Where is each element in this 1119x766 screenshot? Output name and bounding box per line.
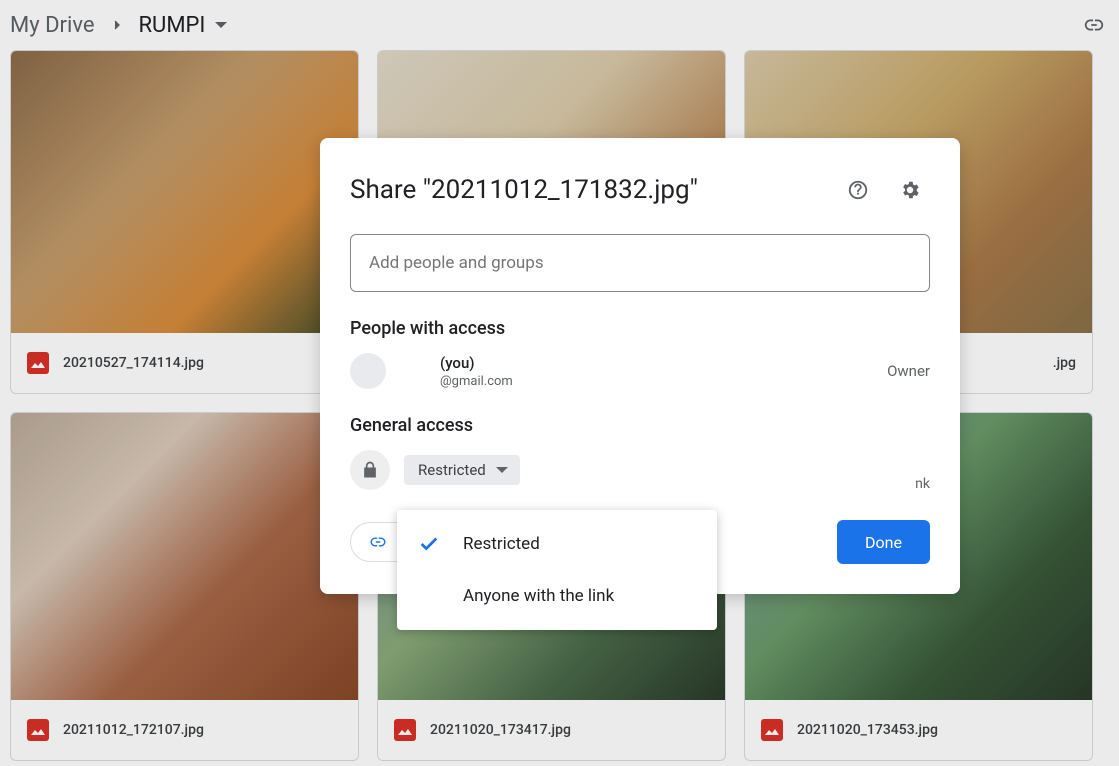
person-role: Owner — [887, 362, 930, 380]
gear-icon[interactable] — [890, 170, 930, 210]
check-icon — [417, 533, 441, 555]
chevron-down-icon — [496, 467, 508, 473]
dropdown-option-anyone[interactable]: Anyone with the link — [397, 570, 717, 622]
add-people-input[interactable] — [369, 253, 911, 273]
dropdown-option-label: Restricted — [463, 534, 540, 554]
add-people-input-wrapper[interactable] — [350, 234, 930, 292]
dialog-title: Share "20211012_171832.jpg" — [350, 175, 826, 205]
person-email: @gmail.com — [440, 374, 513, 389]
access-level-label: Restricted — [418, 461, 486, 479]
general-access-row: Restricted nk — [350, 450, 930, 490]
done-button[interactable]: Done — [837, 520, 930, 564]
dropdown-option-restricted[interactable]: Restricted — [397, 518, 717, 570]
people-with-access-heading: People with access — [350, 318, 930, 339]
access-level-dropdown[interactable]: Restricted — [404, 455, 520, 485]
person-info: (you) @gmail.com — [400, 354, 873, 389]
access-dropdown-menu: Restricted Anyone with the link — [397, 510, 717, 630]
access-hint-partial: nk — [915, 476, 930, 492]
lock-icon — [350, 450, 390, 490]
avatar — [350, 353, 386, 389]
dialog-header: Share "20211012_171832.jpg" — [350, 138, 930, 210]
general-access-heading: General access — [350, 415, 930, 436]
person-name: (you) — [440, 354, 475, 372]
dropdown-option-label: Anyone with the link — [463, 586, 614, 606]
person-row: (you) @gmail.com Owner — [350, 353, 930, 389]
help-icon[interactable] — [838, 170, 878, 210]
